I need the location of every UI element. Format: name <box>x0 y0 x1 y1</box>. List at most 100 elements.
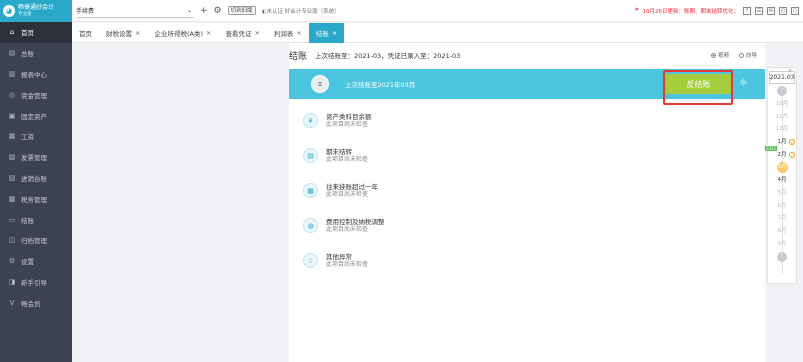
sidebar-item-icon: ▭ <box>8 215 16 224</box>
sidebar: ◕ 畅捷通好会计 专业版 ⌂ 首页 ▤ 总账 ▥ 报表中心 ◎ 资金管理 ▣ 固定资产 ▦ 工资 ▧ 发票… <box>0 0 72 362</box>
sidebar-item[interactable]: ▩ 税务管理 <box>0 188 72 209</box>
top-bar: 手续费 ⌄ + ⚙ 切到旧版 ◐未认证 好会计专业版（系统） 🕪 10月26日更… <box>72 0 803 22</box>
sidebar-item-label: 归档管理 <box>21 237 47 246</box>
month-label: 6月 <box>777 202 787 209</box>
close-icon[interactable]: × <box>254 29 259 37</box>
update-notice[interactable]: 10月26日更新：账期、期末结转优化； <box>643 7 740 15</box>
sidebar-item[interactable]: ▨ 进销台账 <box>0 168 72 189</box>
tab[interactable]: 利润表 × <box>267 23 309 43</box>
tab[interactable]: 结账 × <box>308 22 345 43</box>
closing-header: 结账 上次结账至：2021-03，凭证已录入至：2021-03 视频 向导 <box>289 43 765 67</box>
sidebar-item[interactable]: ⚙ 设置 <box>0 251 72 272</box>
logo-icon: ◕ <box>3 5 15 17</box>
close-icon[interactable]: × <box>296 29 301 37</box>
month-label: 7月 <box>777 215 787 222</box>
tab-label: 首页 <box>79 29 92 38</box>
sidebar-item-icon: ◨ <box>8 277 16 286</box>
check-item-icon: ¥ <box>303 113 318 128</box>
sidebar-nav: ⌂ 首页 ▤ 总账 ▥ 报表中心 ◎ 资金管理 ▣ 固定资产 ▦ 工资 ▧ 发票管理 ▨ 进销台账 ▩ 税务管理 ▭… <box>0 22 72 313</box>
page-title: 结账 <box>289 51 308 62</box>
check-list: ¥ 资产类科目余额 此项目尚未检查 ▤ 期末结转 此项目尚未检查 ▦ 往来挂账超过一年 此项目尚… <box>303 103 755 278</box>
check-item[interactable]: ☆ 其他异常 此项目尚未检查 <box>303 243 755 278</box>
sidebar-item-icon: ▦ <box>8 132 16 141</box>
sidebar-item-label: 发票管理 <box>21 154 47 163</box>
sidebar-item-label: 总账 <box>21 50 34 59</box>
check-item-title: 费用控制及纳税调整 <box>326 217 385 226</box>
closing-banner: ಠ 上次结账至2021年03月 反结账 ☼ <box>289 69 765 105</box>
timeline-month[interactable]: 7月 <box>768 212 796 225</box>
tab-label: 查看凭证 <box>225 29 252 38</box>
timeline-month[interactable]: 9月 <box>768 238 796 251</box>
message-icon[interactable]: ✉ <box>767 6 775 15</box>
check-item-title: 往来挂账超过一年 <box>326 182 378 191</box>
sidebar-item[interactable]: ⌂ 首页 <box>0 22 72 43</box>
sidebar-item-label: 畅会员 <box>21 299 41 308</box>
timeline-month[interactable]: 5月 <box>768 187 796 200</box>
sidebar-item[interactable]: ▣ 固定资产 <box>0 105 72 126</box>
check-icon: ✓ <box>789 139 795 146</box>
menu-icon[interactable]: ☰ <box>755 6 763 15</box>
unclose-button[interactable]: 反结账 <box>666 74 731 94</box>
timeline-month[interactable]: 3月 <box>768 161 796 174</box>
guide-option[interactable]: 向导 <box>738 51 757 59</box>
add-icon[interactable]: + <box>200 6 208 16</box>
sidebar-item[interactable]: ▦ 工资 <box>0 126 72 147</box>
help-icon[interactable]: ? <box>743 6 751 15</box>
switch-old-version-button[interactable]: 切到旧版 <box>227 6 256 15</box>
timeline-month[interactable]: 12月 <box>768 123 796 136</box>
tab-label: 企业所得税(A类) <box>154 29 203 38</box>
check-item-status: 此项目尚未检查 <box>326 190 369 198</box>
app-logo[interactable]: ◕ 畅捷通好会计 专业版 <box>0 0 72 22</box>
tab[interactable]: 财税设置 × <box>99 23 147 43</box>
sidebar-item-icon: V <box>9 298 15 307</box>
check-item[interactable]: ◍ 费用控制及纳税调整 此项目尚未检查 <box>303 208 755 243</box>
check-item-status: 此项目尚未检查 <box>326 120 369 128</box>
sidebar-item[interactable]: V 畅会员 <box>0 292 72 313</box>
company-select[interactable]: 手续费 ⌄ <box>76 4 194 18</box>
check-item[interactable]: ¥ 资产类科目余额 此项目尚未检查 <box>303 103 755 138</box>
chevron-up-icon[interactable]: ˄ <box>777 86 787 96</box>
tab[interactable]: 企业所得税(A类) × <box>147 23 218 43</box>
sidebar-item-icon: ◫ <box>8 236 16 245</box>
month-label: 3月 <box>776 162 788 174</box>
user-icon[interactable]: ▢ <box>791 6 799 15</box>
sidebar-item-label: 结账 <box>21 216 34 225</box>
video-option[interactable]: 视频 <box>710 51 729 59</box>
month-label: 12月 <box>775 126 789 133</box>
timeline-month[interactable]: 10月 <box>768 98 796 111</box>
layout-icon[interactable]: ◰ <box>779 6 787 15</box>
tab[interactable]: 首页 <box>72 23 99 43</box>
check-item-title: 其他异常 <box>326 252 352 261</box>
close-icon[interactable]: × <box>332 29 337 37</box>
check-item-status: 此项目尚未检查 <box>326 225 369 233</box>
sidebar-item[interactable]: ◎ 资金管理 <box>0 84 72 105</box>
close-icon[interactable]: × <box>206 29 211 37</box>
timeline-month[interactable]: 11月 <box>768 111 796 124</box>
sidebar-item[interactable]: ◨ 新手引导 <box>0 272 72 293</box>
sidebar-item[interactable]: ◫ 归档管理 <box>0 230 72 251</box>
sidebar-item-icon: ▧ <box>8 153 16 162</box>
tab[interactable]: 查看凭证 × <box>218 23 266 43</box>
timeline-month[interactable]: 8月 <box>768 225 796 238</box>
company-name: 手续费 <box>76 7 95 15</box>
sidebar-item-icon: ▤ <box>8 49 16 58</box>
check-item-status: 此项目尚未检查 <box>326 155 369 163</box>
close-icon[interactable]: ✕ <box>788 68 792 74</box>
month-label: 1月 <box>777 139 787 146</box>
chevron-down-icon[interactable]: ˅ <box>777 252 787 263</box>
closing-status: 上次结账至：2021-03，凭证已录入至：2021-03 <box>315 52 461 60</box>
check-item[interactable]: ▦ 往来挂账超过一年 此项目尚未检查 <box>303 173 755 208</box>
sidebar-item[interactable]: ▤ 总账 <box>0 43 72 64</box>
mascot-avatar: ಠ <box>311 75 329 93</box>
lightbulb-icon[interactable]: ☼ <box>739 78 748 89</box>
timeline-month[interactable]: 6月 <box>768 200 796 213</box>
year-flag: 2021 <box>765 146 778 151</box>
check-item[interactable]: ▤ 期末结转 此项目尚未检查 <box>303 138 755 173</box>
sidebar-item[interactable]: ▭ 结账 <box>0 209 72 230</box>
sidebar-item[interactable]: ▧ 发票管理 <box>0 147 72 168</box>
logo-edition: 专业版 <box>18 12 32 17</box>
close-icon[interactable]: × <box>135 29 140 37</box>
timeline-month[interactable]: 4月 <box>768 174 796 187</box>
settings-icon[interactable]: ⚙ <box>214 6 222 16</box>
sidebar-item[interactable]: ▥ 报表中心 <box>0 64 72 85</box>
